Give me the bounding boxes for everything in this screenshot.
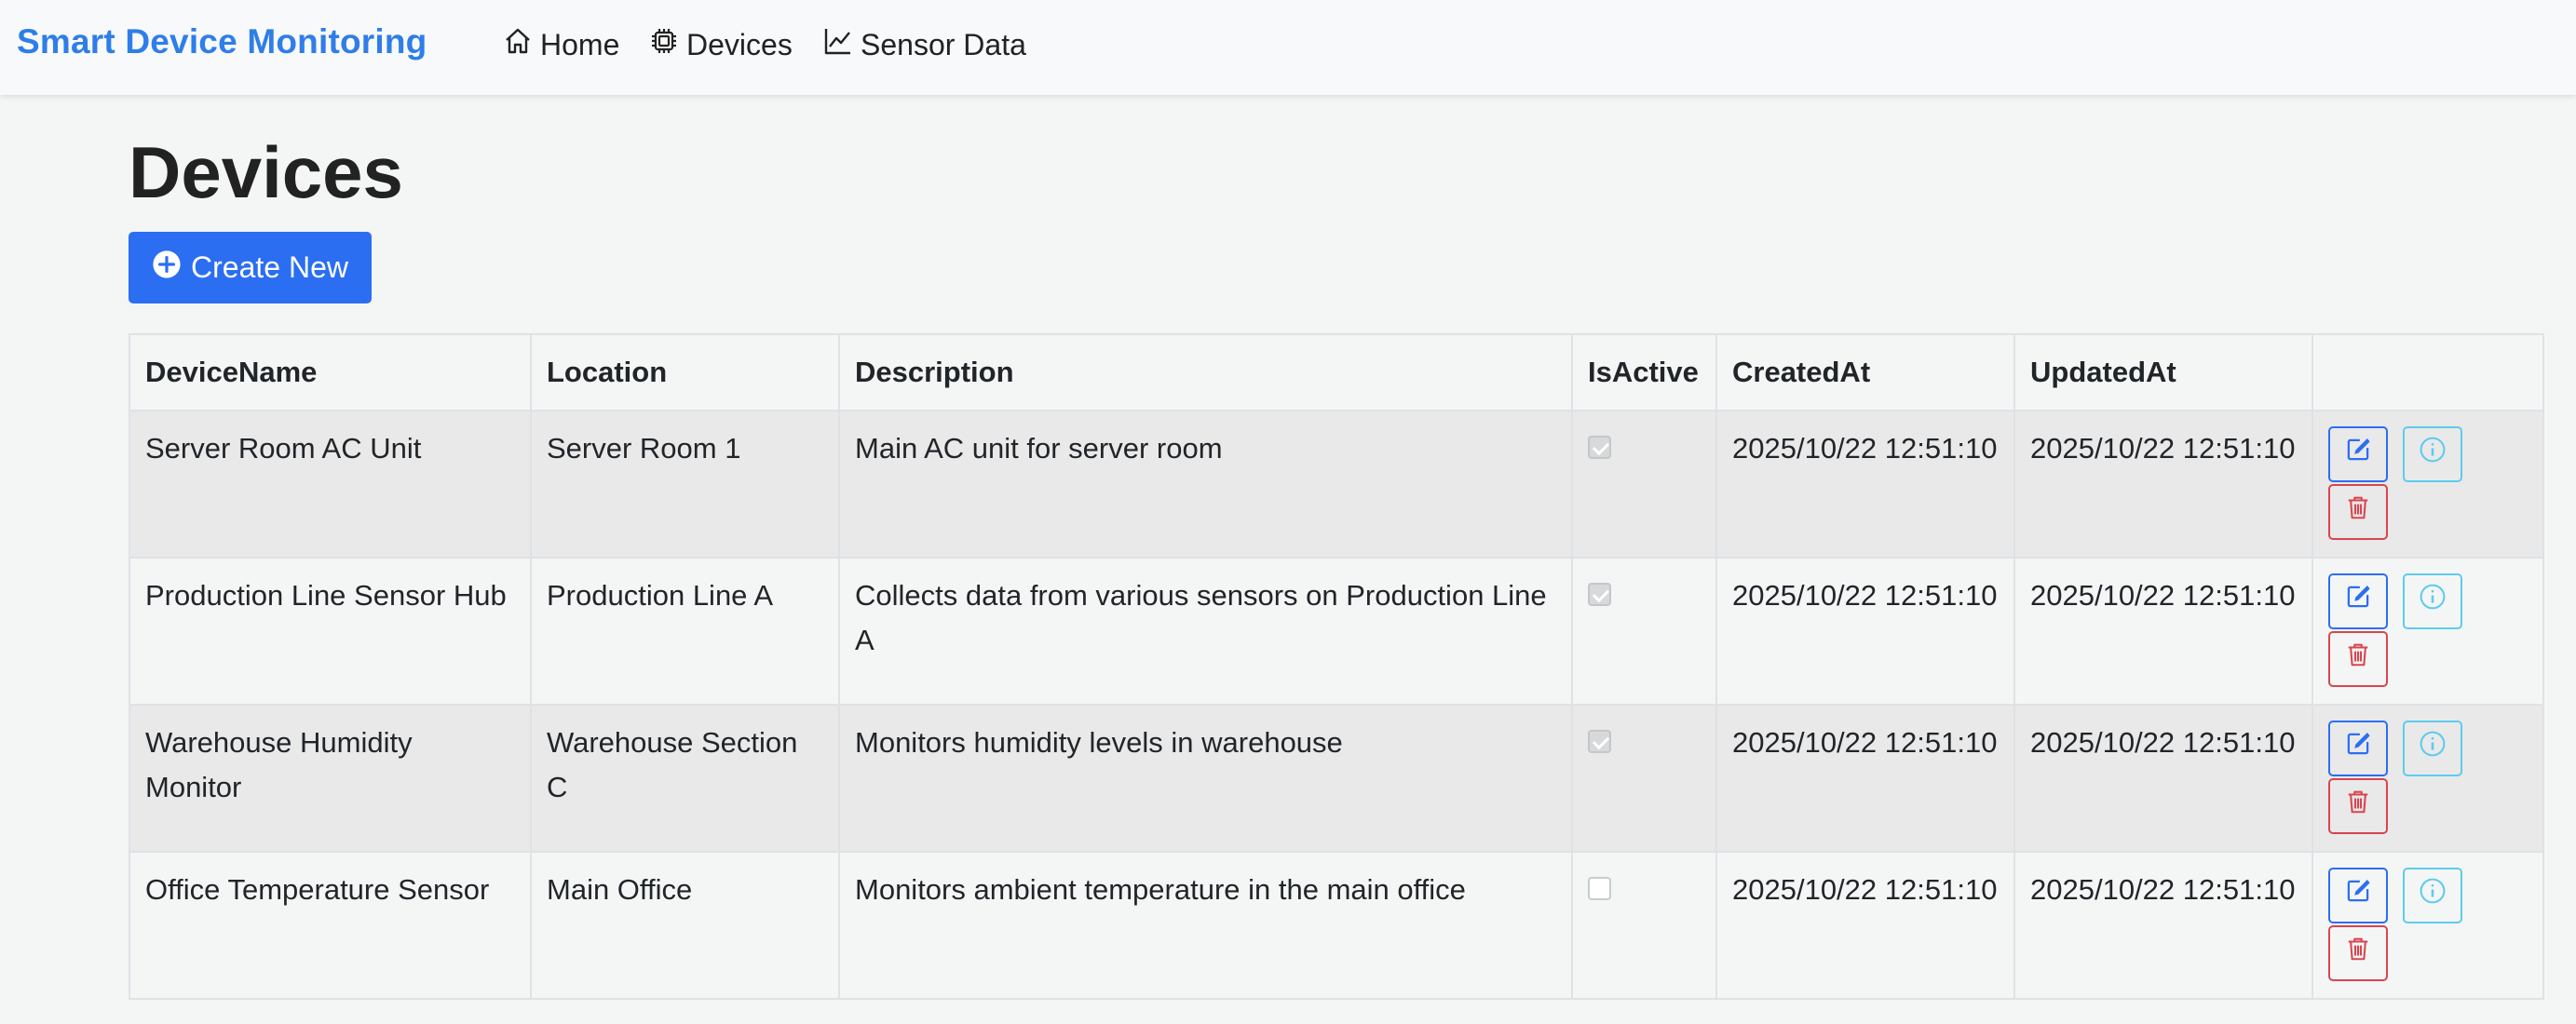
cell-created-at: 2025/10/22 12:51:10 [1715,410,2015,559]
cell-actions [2312,851,2544,1000]
header-actions [2312,333,2544,411]
is-active-checkbox [1588,583,1611,606]
cpu-icon [649,26,679,63]
cell-location: Production Line A [530,557,840,706]
table-row: Server Room AC Unit Server Room 1 Main AC … [129,410,2544,559]
cell-is-active [1571,557,1717,706]
pencil-square-icon [2344,873,2372,918]
cell-is-active [1571,704,1717,853]
header-updated-at: UpdatedAt [2013,333,2313,411]
table-row: Warehouse Humidity Monitor Warehouse Sect… [129,704,2544,853]
devices-table: DeviceName Location Description IsActive… [129,333,2544,1000]
header-is-active: IsActive [1571,333,1717,411]
delete-button[interactable] [2328,778,2388,834]
info-circle-icon [2419,579,2447,624]
cell-description: Monitors humidity levels in warehouse [838,704,1573,853]
cell-updated-at: 2025/10/22 12:51:10 [2013,851,2313,1000]
table-row: Office Temperature Sensor Main Office Moni… [129,851,2544,1000]
cell-actions [2312,704,2544,853]
cell-location: Main Office [530,851,840,1000]
nav-home-label: Home [540,27,620,61]
details-button[interactable] [2403,868,2462,923]
cell-created-at: 2025/10/22 12:51:10 [1715,851,2015,1000]
cell-device-name: Production Line Sensor Hub [129,557,532,706]
cell-description: Collects data from various sensors on Pr… [838,557,1573,706]
details-button[interactable] [2403,426,2462,482]
brand-link[interactable]: Smart Device Monitoring [17,22,427,61]
cell-location: Server Room 1 [530,410,840,559]
top-navbar: Smart Device Monitoring Home Devices Sen… [0,0,2576,95]
nav-home[interactable]: Home [503,24,619,65]
cell-description: Main AC unit for server room [838,410,1573,559]
cell-created-at: 2025/10/22 12:51:10 [1715,704,2015,853]
cell-device-name: Office Temperature Sensor [129,851,532,1000]
cell-description: Monitors ambient temperature in the main… [838,851,1573,1000]
nav-sensor-data[interactable]: Sensor Data [823,24,1026,65]
is-active-checkbox [1588,877,1611,900]
chart-line-icon [823,26,853,63]
trash-icon [2344,490,2372,534]
page-title: Devices [129,131,403,213]
edit-button[interactable] [2328,868,2388,923]
create-new-label: Create New [191,250,348,284]
edit-button[interactable] [2328,721,2388,776]
house-icon [503,26,533,63]
table-row: Production Line Sensor Hub Production Lin… [129,557,2544,706]
info-circle-icon [2419,873,2447,918]
edit-button[interactable] [2328,426,2388,482]
create-new-button[interactable]: Create New [129,232,372,303]
trash-icon [2344,784,2372,829]
cell-updated-at: 2025/10/22 12:51:10 [2013,557,2313,706]
cell-updated-at: 2025/10/22 12:51:10 [2013,410,2313,559]
info-circle-icon [2419,432,2447,477]
nav-devices[interactable]: Devices [649,24,793,65]
is-active-checkbox [1588,730,1611,753]
cell-actions [2312,557,2544,706]
cell-updated-at: 2025/10/22 12:51:10 [2013,704,2313,853]
details-button[interactable] [2403,573,2462,629]
cell-created-at: 2025/10/22 12:51:10 [1715,557,2015,706]
cell-location: Warehouse Section C [530,704,840,853]
trash-icon [2344,637,2372,681]
header-location: Location [530,333,840,411]
delete-button[interactable] [2328,631,2388,687]
cell-device-name: Server Room AC Unit [129,410,532,559]
pencil-square-icon [2344,726,2372,771]
edit-button[interactable] [2328,573,2388,629]
cell-is-active [1571,410,1717,559]
cell-device-name: Warehouse Humidity Monitor [129,704,532,853]
delete-button[interactable] [2328,484,2388,540]
plus-circle-icon [152,249,182,287]
cell-is-active [1571,851,1717,1000]
cell-actions [2312,410,2544,559]
trash-icon [2344,931,2372,976]
pencil-square-icon [2344,579,2372,624]
is-active-checkbox [1588,436,1611,459]
delete-button[interactable] [2328,925,2388,981]
details-button[interactable] [2403,721,2462,776]
info-circle-icon [2419,726,2447,771]
nav-devices-label: Devices [686,27,793,61]
header-device-name: DeviceName [129,333,532,411]
header-created-at: CreatedAt [1715,333,2015,411]
header-description: Description [838,333,1573,411]
nav-sensor-data-label: Sensor Data [861,27,1026,61]
pencil-square-icon [2344,432,2372,477]
table-header-row: DeviceName Location Description IsActive… [129,333,2544,411]
